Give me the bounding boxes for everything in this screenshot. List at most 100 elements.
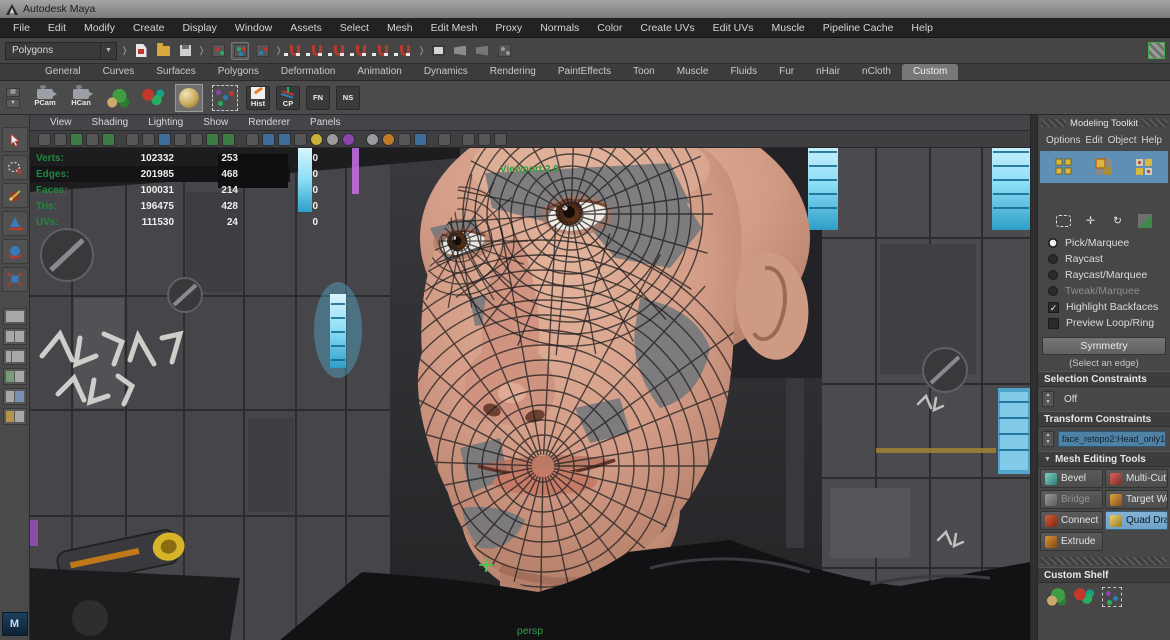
- menu-mesh[interactable]: Mesh: [378, 22, 422, 34]
- viewport-icon[interactable]: [102, 133, 115, 146]
- snap-projected-center-icon[interactable]: [352, 42, 370, 60]
- preview-loop-ring-checkbox[interactable]: Preview Loop/Ring: [1038, 315, 1170, 331]
- wireframe-icon[interactable]: [310, 133, 323, 146]
- menu-window[interactable]: Window: [226, 22, 281, 34]
- sculpt-tool-icon[interactable]: [1046, 588, 1066, 606]
- multi-cut-button[interactable]: Multi-Cut: [1105, 469, 1168, 488]
- layout-four-pane-icon[interactable]: [3, 328, 27, 345]
- selection-constraint-value[interactable]: Off: [1058, 391, 1166, 407]
- lasso-tool-icon[interactable]: [2, 155, 28, 180]
- shelf-tab-custom[interactable]: Custom: [902, 64, 958, 80]
- drag-tool-icon[interactable]: ✛: [1082, 212, 1100, 230]
- menu-help[interactable]: Help: [902, 22, 942, 34]
- drag-handle[interactable]: [1142, 119, 1167, 127]
- menu-normals[interactable]: Normals: [531, 22, 588, 34]
- layout-persp-outliner-icon[interactable]: [3, 388, 27, 405]
- stepper-icon[interactable]: ▲▼: [1042, 431, 1054, 447]
- menu-proxy[interactable]: Proxy: [486, 22, 531, 34]
- shelf-item-cp[interactable]: CP: [276, 86, 300, 110]
- vp-menu-renderer[interactable]: Renderer: [238, 117, 300, 128]
- menu-edit[interactable]: Edit: [39, 22, 75, 34]
- vp-menu-panels[interactable]: Panels: [300, 117, 351, 128]
- vp-menu-shading[interactable]: Shading: [82, 117, 139, 128]
- group-separator[interactable]: ❭: [418, 42, 425, 60]
- bevel-button[interactable]: Bevel: [1040, 469, 1103, 488]
- scale-tool-icon[interactable]: [2, 267, 28, 292]
- menu-muscle[interactable]: Muscle: [763, 22, 814, 34]
- film-gate-icon[interactable]: [206, 133, 219, 146]
- menu-select[interactable]: Select: [331, 22, 378, 34]
- shelf-item-tool-a[interactable]: [102, 83, 132, 113]
- xray-icon[interactable]: [462, 133, 475, 146]
- shelf-tab-painteffects[interactable]: PaintEffects: [547, 64, 622, 80]
- group-separator[interactable]: ❭: [121, 42, 128, 60]
- soft-select-icon[interactable]: [1136, 212, 1154, 230]
- quad-draw-button[interactable]: Quad Draw: [1105, 511, 1168, 530]
- shelf-item-selection-set[interactable]: [210, 83, 240, 113]
- select-hierarchy-icon[interactable]: [209, 42, 227, 60]
- shelf-item-tool-b[interactable]: [138, 83, 168, 113]
- mtk-menu-help[interactable]: Help: [1141, 135, 1162, 146]
- tumble-tool-icon[interactable]: ↻: [1109, 212, 1127, 230]
- shelf-tab-ncloth[interactable]: nCloth: [851, 64, 902, 80]
- select-component-icon[interactable]: [253, 42, 271, 60]
- use-all-lights-icon[interactable]: [366, 133, 379, 146]
- shelf-tab-polygons[interactable]: Polygons: [207, 64, 270, 80]
- shelf-tab-surfaces[interactable]: Surfaces: [145, 64, 206, 80]
- transform-constraints-header[interactable]: Transform Constraints: [1038, 411, 1170, 427]
- menu-modify[interactable]: Modify: [75, 22, 124, 34]
- textured-icon[interactable]: [342, 133, 355, 146]
- snap-curve-icon[interactable]: [308, 42, 326, 60]
- face-mode-icon[interactable]: [1131, 154, 1157, 180]
- menu-pipeline-cache[interactable]: Pipeline Cache: [814, 22, 903, 34]
- shelf-tab-rendering[interactable]: Rendering: [479, 64, 547, 80]
- shelf-tab-fur[interactable]: Fur: [768, 64, 805, 80]
- layout-two-pane-side-icon[interactable]: [3, 348, 27, 365]
- pick-marquee-option[interactable]: Pick/Marquee: [1038, 235, 1170, 251]
- shelf-item-fn[interactable]: FN: [306, 86, 330, 110]
- motion-blur-icon[interactable]: [414, 133, 427, 146]
- render-current-frame-icon[interactable]: [451, 42, 469, 60]
- menu-assets[interactable]: Assets: [281, 22, 331, 34]
- layout-single-pane-icon[interactable]: [3, 308, 27, 325]
- safe-action-icon[interactable]: [278, 133, 291, 146]
- render-view-icon[interactable]: [429, 42, 447, 60]
- menu-color[interactable]: Color: [588, 22, 631, 34]
- menu-edit-uvs[interactable]: Edit UVs: [704, 22, 763, 34]
- layout-two-pane-stacked-icon[interactable]: [3, 368, 27, 385]
- shelf-tab-dynamics[interactable]: Dynamics: [413, 64, 479, 80]
- panel-gutter[interactable]: [1030, 115, 1038, 640]
- layout-hypershade-icon[interactable]: [3, 408, 27, 425]
- menu-edit-mesh[interactable]: Edit Mesh: [422, 22, 487, 34]
- group-separator[interactable]: ❭: [275, 42, 282, 60]
- rotate-tool-icon[interactable]: [2, 239, 28, 264]
- field-chart-icon[interactable]: [262, 133, 275, 146]
- scene-open-icon[interactable]: [154, 42, 172, 60]
- safe-title-icon[interactable]: [294, 133, 307, 146]
- camera-attrs-icon[interactable]: [126, 133, 139, 146]
- image-plane-icon[interactable]: [158, 133, 171, 146]
- menu-file[interactable]: File: [4, 22, 39, 34]
- selection-set-icon[interactable]: [1102, 587, 1122, 607]
- xray-joints-icon[interactable]: [478, 133, 491, 146]
- target-weld-button[interactable]: Target Weld: [1105, 490, 1168, 509]
- viewport-icon[interactable]: [86, 133, 99, 146]
- shelf-tab-muscle[interactable]: Muscle: [666, 64, 720, 80]
- shelf-item-sphere[interactable]: [174, 83, 204, 113]
- gate-mask-icon[interactable]: [246, 133, 259, 146]
- edge-mode-icon[interactable]: [1091, 154, 1117, 180]
- vertex-mode-icon[interactable]: [1051, 154, 1077, 180]
- shelf-tab-general[interactable]: General: [34, 64, 92, 80]
- title-bar[interactable]: Autodesk Maya: [0, 0, 1170, 18]
- mtk-menu-options[interactable]: Options: [1046, 135, 1080, 146]
- make-live-icon[interactable]: [396, 42, 414, 60]
- shadows-icon[interactable]: [382, 133, 395, 146]
- custom-shelf-header[interactable]: Custom Shelf: [1038, 567, 1170, 583]
- shaded-icon[interactable]: [326, 133, 339, 146]
- drag-handle[interactable]: [1041, 119, 1066, 127]
- ipr-render-icon[interactable]: [473, 42, 491, 60]
- mtk-menu-object[interactable]: Object: [1108, 135, 1137, 146]
- menu-create[interactable]: Create: [124, 22, 174, 34]
- menu-set-selector[interactable]: Polygons ▼: [5, 42, 117, 60]
- 2d-pan-zoom-icon[interactable]: [174, 133, 187, 146]
